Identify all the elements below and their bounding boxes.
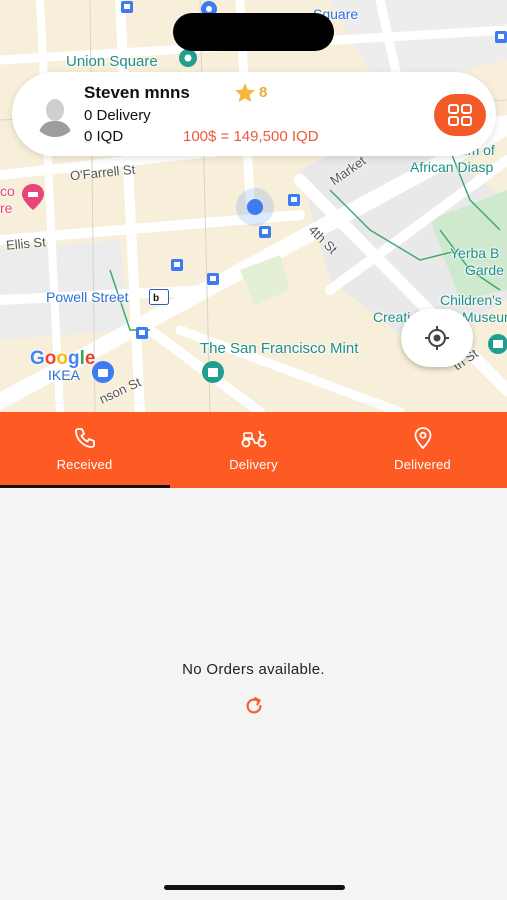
grid-icon — [448, 104, 472, 126]
empty-state-message: No Orders available. — [182, 661, 325, 678]
user-avatar-icon — [32, 91, 78, 137]
transit-icon — [288, 194, 300, 206]
bart-icon: b — [149, 289, 169, 305]
map-label: African Diasp — [410, 159, 494, 175]
map-label-union-square: Union Square — [66, 53, 158, 70]
balance: 0 IQD — [84, 128, 124, 145]
museum-pin-icon — [202, 361, 224, 383]
museum-pin-icon — [488, 334, 507, 354]
order-status-tabs: Received Delivery Delivered — [0, 412, 507, 488]
home-indicator — [164, 885, 345, 890]
map-view[interactable]: b Square Union Square O'Farrell St Ellis… — [0, 0, 507, 412]
transit-icon — [171, 259, 183, 271]
svg-text:b: b — [153, 293, 159, 304]
driver-name: Steven mnns — [84, 83, 190, 102]
refresh-button[interactable] — [243, 695, 265, 717]
device-notch — [173, 13, 334, 51]
refresh-icon — [246, 697, 262, 714]
tab-label: Delivery — [229, 457, 278, 472]
exchange-rate: 100$ = 149,500 IQD — [183, 128, 319, 145]
scooter-icon — [241, 430, 266, 448]
crosshair-icon — [425, 326, 449, 350]
profile-card: Steven mnns 8 0 Delivery 0 IQD 100$ = 14… — [12, 72, 496, 156]
my-location-button[interactable] — [401, 309, 473, 367]
park-pin-icon — [179, 49, 197, 67]
delivery-count: 0 Delivery — [84, 107, 151, 124]
location-pin-icon — [414, 427, 431, 450]
transit-icon — [259, 226, 271, 238]
transit-icon — [207, 273, 219, 285]
menu-button[interactable] — [434, 94, 486, 136]
tab-delivery[interactable]: Delivery — [169, 412, 338, 488]
active-tab-indicator — [0, 485, 170, 488]
map-label-mint: The San Francisco Mint — [200, 340, 359, 357]
google-logo: Google — [30, 348, 96, 369]
tab-received[interactable]: Received — [0, 412, 169, 488]
transit-icon — [136, 327, 148, 339]
tab-delivered[interactable]: Delivered — [338, 412, 507, 488]
map-label: Garde — [465, 262, 504, 278]
avatar[interactable] — [32, 91, 78, 137]
map-label: Children's — [440, 292, 502, 308]
rating: 8 — [234, 82, 267, 103]
map-label-powell-street: Powell Street — [46, 289, 129, 305]
transit-icon — [121, 1, 133, 13]
current-location-dot — [236, 188, 274, 226]
tab-label: Delivered — [394, 457, 451, 472]
star-icon — [234, 82, 256, 103]
hotel-pin-icon — [22, 184, 44, 210]
transit-icon — [495, 31, 507, 43]
map-label: Yerba B — [450, 245, 500, 261]
map-label: re — [0, 200, 13, 216]
rating-value: 8 — [259, 84, 268, 101]
phone-icon — [74, 428, 95, 448]
tab-label: Received — [56, 457, 113, 472]
map-label: co — [0, 183, 15, 199]
